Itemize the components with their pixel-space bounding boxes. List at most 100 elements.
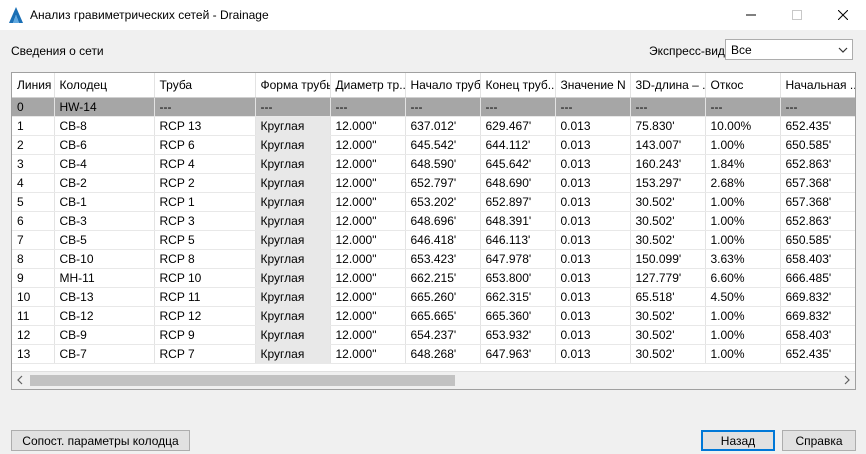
cell-pipe-start[interactable]: 665.260'	[405, 287, 481, 307]
cell-pipe-end[interactable]: ---	[480, 97, 556, 117]
cell-pipe-end[interactable]: 646.113'	[480, 230, 556, 250]
cell-pipe-end[interactable]: 653.932'	[480, 325, 556, 345]
column-header-slope[interactable]: Откос	[705, 73, 781, 98]
cell-line[interactable]: 9	[12, 268, 55, 288]
cell-pipe-shape[interactable]: Круглая	[254, 173, 331, 193]
cell-pipe-start[interactable]: 654.237'	[405, 325, 481, 345]
cell-start-elevation[interactable]: 666.485'	[780, 268, 855, 288]
cell-pipe-end[interactable]: 629.467'	[480, 116, 556, 136]
cell-pipe-end[interactable]: 647.978'	[480, 249, 556, 269]
cell-structure[interactable]: CB-5	[54, 230, 155, 250]
cell-pipe-end[interactable]: 644.112'	[480, 135, 556, 155]
cell-structure[interactable]: CB-13	[54, 287, 155, 307]
cell-pipe[interactable]: RCP 5	[154, 230, 256, 250]
column-header-pipe-end[interactable]: Конец труб...	[480, 73, 556, 98]
cell-pipe-start[interactable]: 665.665'	[405, 306, 481, 326]
cell-start-elevation[interactable]: 669.832'	[780, 287, 855, 307]
cell-3d-length[interactable]: 30.502'	[630, 192, 706, 212]
cell-pipe-end[interactable]: 665.360'	[480, 306, 556, 326]
table-row[interactable]: 10 CB-13 RCP 11 Круглая 12.000" 665.260' 662.3…	[12, 287, 855, 307]
cell-structure[interactable]: HW-14	[54, 97, 155, 117]
cell-pipe-shape[interactable]: Круглая	[254, 306, 331, 326]
cell-n-value[interactable]: 0.013	[555, 344, 631, 364]
cell-3d-length[interactable]: 30.502'	[630, 211, 706, 231]
cell-start-elevation[interactable]: 657.368'	[780, 173, 855, 193]
cell-n-value[interactable]: 0.013	[555, 211, 631, 231]
help-button[interactable]: Справка	[782, 430, 856, 451]
table-row[interactable]: 2 CB-6 RCP 6 Круглая 12.000" 645.542' 644.112'…	[12, 135, 855, 155]
cell-n-value[interactable]: 0.013	[555, 192, 631, 212]
cell-line[interactable]: 5	[12, 192, 55, 212]
column-header-pipe-shape[interactable]: Форма трубы	[254, 73, 331, 98]
structure-properties-button[interactable]: Сопост. параметры колодца	[11, 430, 190, 451]
cell-pipe[interactable]: RCP 9	[154, 325, 256, 345]
cell-pipe[interactable]: RCP 7	[154, 344, 256, 364]
cell-pipe-diameter[interactable]: 12.000"	[330, 287, 406, 307]
cell-n-value[interactable]: 0.013	[555, 154, 631, 174]
cell-structure[interactable]: CB-3	[54, 211, 155, 231]
cell-pipe[interactable]: RCP 13	[154, 116, 256, 136]
table-row[interactable]: 9 MH-11 RCP 10 Круглая 12.000" 662.215' 653.80…	[12, 268, 855, 288]
cell-3d-length[interactable]: 143.007'	[630, 135, 706, 155]
cell-structure[interactable]: CB-7	[54, 344, 155, 364]
cell-3d-length[interactable]: 153.297'	[630, 173, 706, 193]
cell-pipe-shape[interactable]: Круглая	[254, 344, 331, 364]
cell-pipe-end[interactable]: 648.391'	[480, 211, 556, 231]
cell-start-elevation[interactable]: 650.585'	[780, 230, 855, 250]
cell-pipe-diameter[interactable]: 12.000"	[330, 116, 406, 136]
cell-3d-length[interactable]: 150.099'	[630, 249, 706, 269]
cell-3d-length[interactable]: 160.243'	[630, 154, 706, 174]
cell-n-value[interactable]: 0.013	[555, 173, 631, 193]
cell-pipe-start[interactable]: 648.268'	[405, 344, 481, 364]
back-button[interactable]: Назад	[701, 430, 775, 451]
column-header-n-value[interactable]: Значение N	[555, 73, 631, 98]
cell-pipe-start[interactable]: 653.423'	[405, 249, 481, 269]
cell-structure[interactable]: CB-9	[54, 325, 155, 345]
column-header-pipe-start[interactable]: Начало труб...	[405, 73, 481, 98]
cell-line[interactable]: 4	[12, 173, 55, 193]
cell-pipe-start[interactable]: 646.418'	[405, 230, 481, 250]
cell-pipe-shape[interactable]: Круглая	[254, 116, 331, 136]
cell-start-elevation[interactable]: ---	[780, 97, 855, 117]
scrollbar-thumb[interactable]	[30, 375, 455, 386]
cell-pipe-start[interactable]: 652.797'	[405, 173, 481, 193]
close-button[interactable]	[820, 0, 866, 30]
cell-pipe-shape[interactable]: Круглая	[254, 230, 331, 250]
column-header-start-elevation[interactable]: Начальная ...	[780, 73, 855, 98]
cell-pipe-shape[interactable]: ---	[254, 97, 331, 117]
cell-3d-length[interactable]: 127.779'	[630, 268, 706, 288]
cell-pipe[interactable]: RCP 8	[154, 249, 256, 269]
cell-n-value[interactable]: 0.013	[555, 230, 631, 250]
cell-3d-length[interactable]: 30.502'	[630, 306, 706, 326]
cell-pipe-start[interactable]: 662.215'	[405, 268, 481, 288]
column-header-pipe-diameter[interactable]: Диаметр тр...	[330, 73, 406, 98]
cell-slope[interactable]: 1.84%	[705, 154, 781, 174]
cell-pipe-shape[interactable]: Круглая	[254, 154, 331, 174]
table-row[interactable]: 1 CB-8 RCP 13 Круглая 12.000" 637.012' 629.467…	[12, 116, 855, 136]
cell-line[interactable]: 0	[12, 97, 55, 117]
cell-n-value[interactable]: 0.013	[555, 268, 631, 288]
cell-slope[interactable]: 1.00%	[705, 230, 781, 250]
cell-line[interactable]: 6	[12, 211, 55, 231]
cell-structure[interactable]: CB-8	[54, 116, 155, 136]
cell-line[interactable]: 3	[12, 154, 55, 174]
cell-pipe-end[interactable]: 652.897'	[480, 192, 556, 212]
network-analysis-grid[interactable]: Линия Колодец Труба Форма трубы Диаметр …	[11, 72, 856, 390]
cell-pipe[interactable]: RCP 4	[154, 154, 256, 174]
cell-slope[interactable]: ---	[705, 97, 781, 117]
cell-pipe-start[interactable]: 648.696'	[405, 211, 481, 231]
maximize-button[interactable]	[774, 0, 820, 30]
cell-n-value[interactable]: ---	[555, 97, 631, 117]
cell-line[interactable]: 13	[12, 344, 55, 364]
cell-line[interactable]: 7	[12, 230, 55, 250]
column-header-line[interactable]: Линия	[12, 73, 55, 98]
cell-slope[interactable]: 10.00%	[705, 116, 781, 136]
table-row[interactable]: 11 CB-12 RCP 12 Круглая 12.000" 665.665' 665.3…	[12, 306, 855, 326]
cell-pipe[interactable]: ---	[154, 97, 256, 117]
cell-structure[interactable]: CB-10	[54, 249, 155, 269]
cell-line[interactable]: 10	[12, 287, 55, 307]
cell-pipe-end[interactable]: 648.690'	[480, 173, 556, 193]
cell-pipe[interactable]: RCP 6	[154, 135, 256, 155]
cell-slope[interactable]: 1.00%	[705, 344, 781, 364]
cell-pipe-end[interactable]: 662.315'	[480, 287, 556, 307]
